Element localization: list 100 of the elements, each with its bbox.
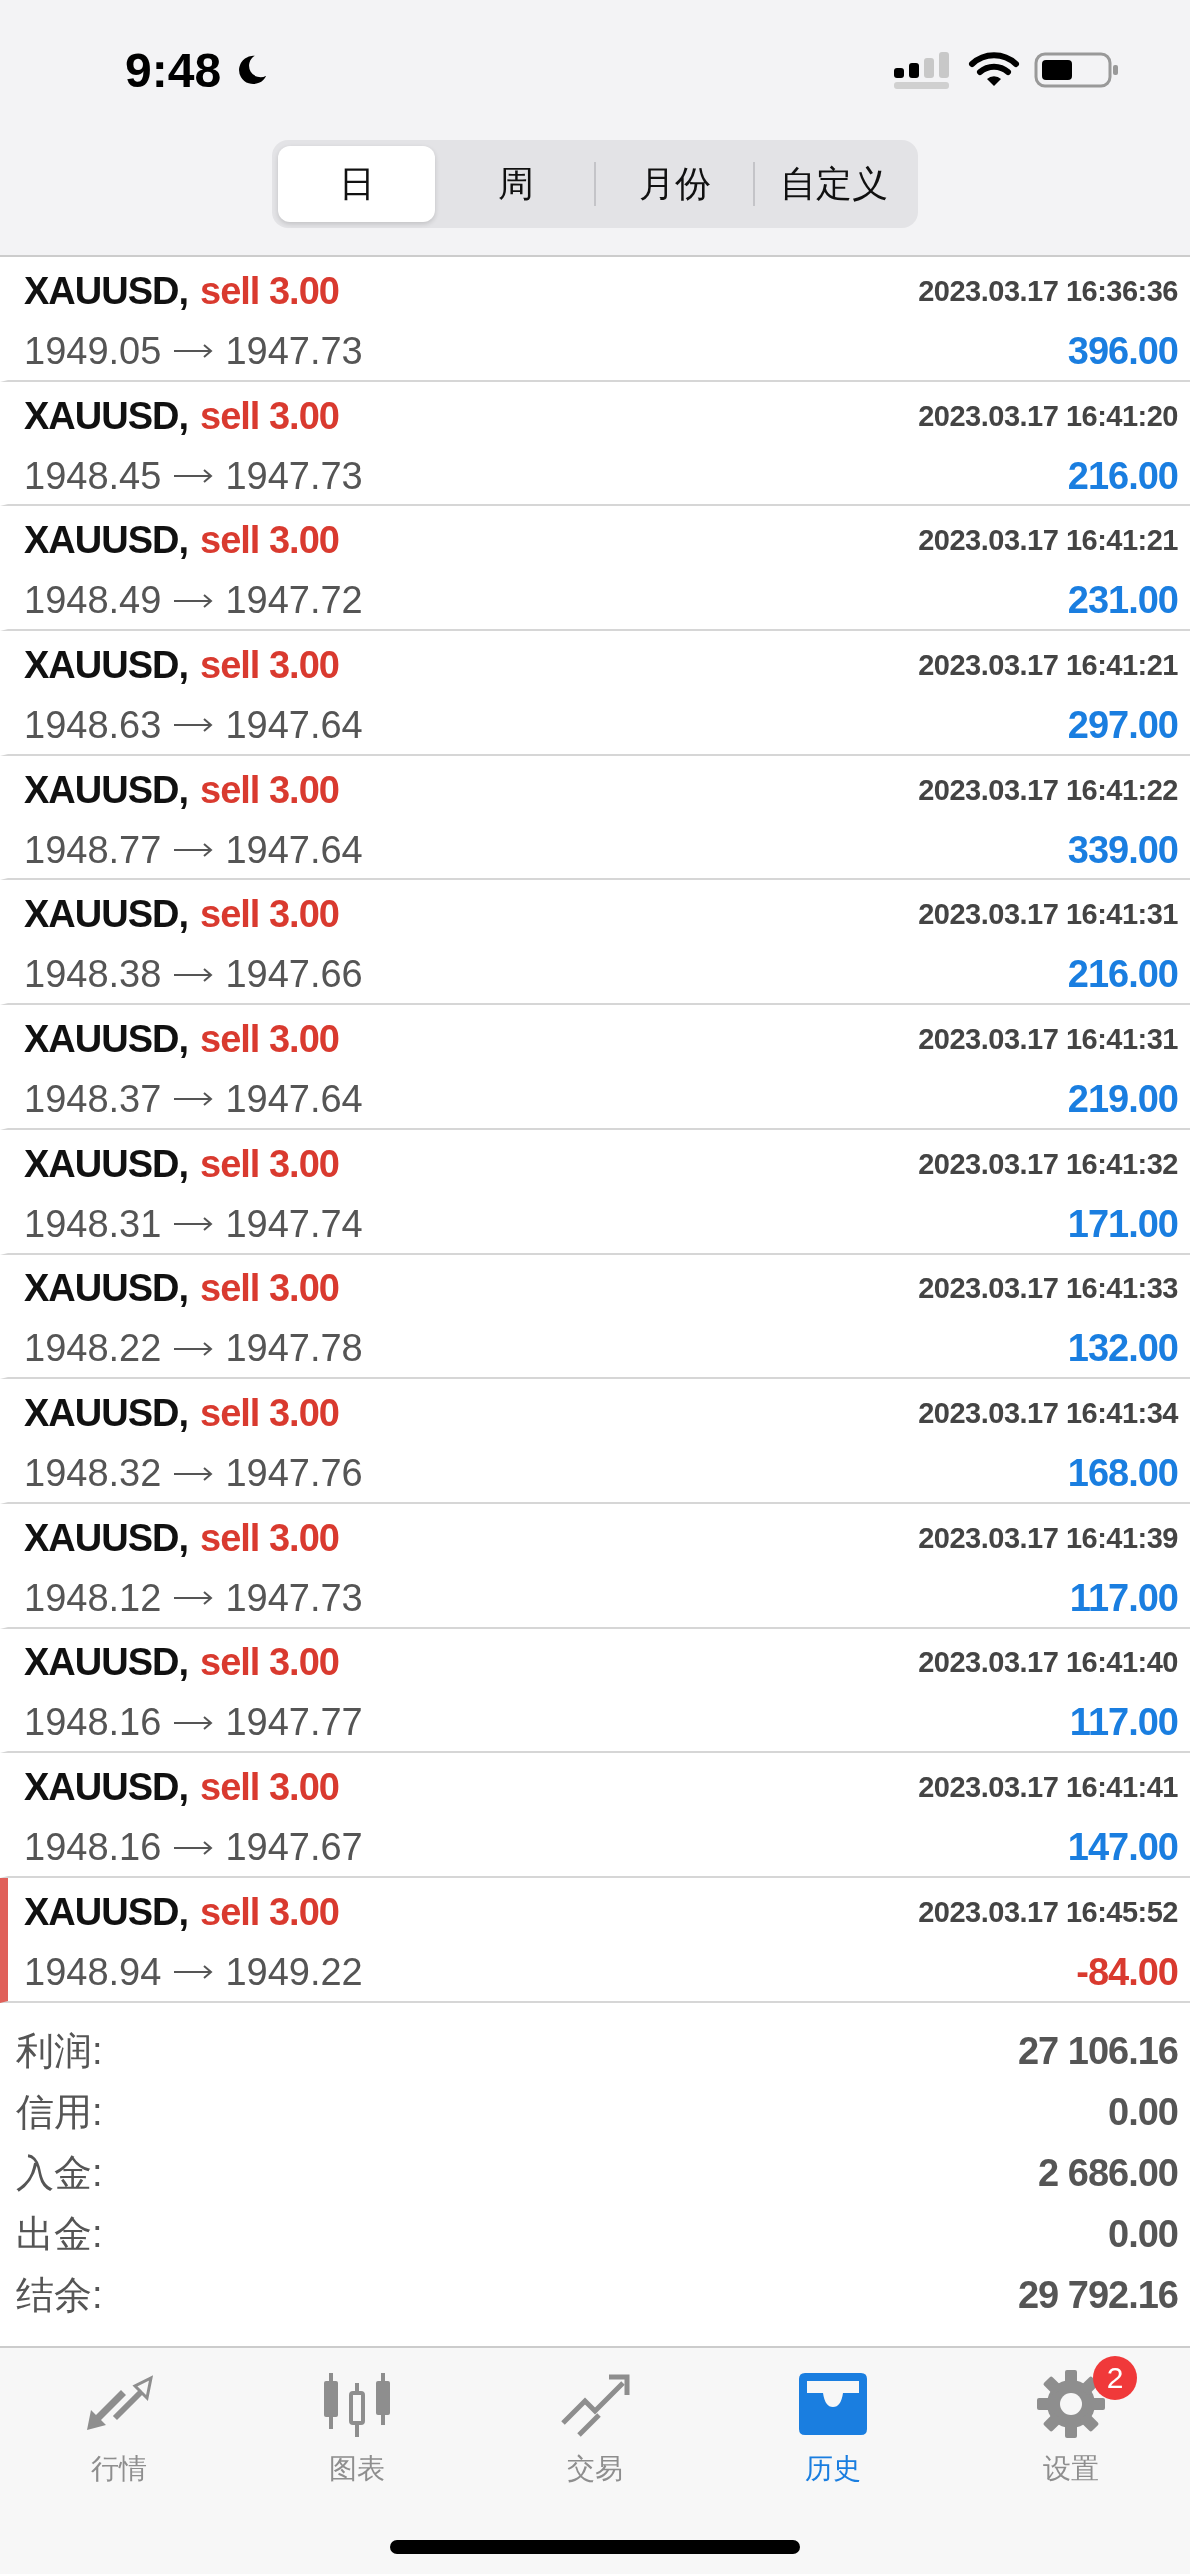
deal-profit: 219.00 xyxy=(1067,1077,1178,1121)
deal-side: sell 3.00 xyxy=(200,269,339,313)
deal-side: sell 3.00 xyxy=(200,1392,339,1436)
deal-symbol: XAUUSD, xyxy=(24,269,189,313)
close-price: 1947.78 xyxy=(225,1327,363,1371)
close-price: 1947.73 xyxy=(225,1576,363,1620)
deal-profit: 216.00 xyxy=(1067,953,1178,997)
nav-tab[interactable]: 历史 xyxy=(733,2351,933,2492)
deal-time: 2023.03.17 16:41:21 xyxy=(918,648,1178,682)
close-price: 1947.64 xyxy=(225,703,363,747)
summary-label: 结余: xyxy=(16,2272,103,2318)
open-price: 1948.38 xyxy=(24,953,162,997)
close-price: 1947.67 xyxy=(225,1826,363,1870)
status-time: 9:48 xyxy=(125,42,222,98)
summary-label: 信用: xyxy=(16,2089,103,2135)
deal-row[interactable]: XAUUSD, sell 3.00 2023.03.17 16:45:52 1948.94 1949.22 -84.00 xyxy=(0,1877,1190,2003)
deal-row[interactable]: XAUUSD, sell 3.00 2023.03.17 16:41:41 1948.16 1947.67 147.00 xyxy=(0,1753,1190,1878)
open-price: 1948.94 xyxy=(24,1950,162,1994)
deal-profit: 147.00 xyxy=(1067,1826,1178,1870)
deal-profit: 132.00 xyxy=(1067,1327,1178,1371)
arrow-icon xyxy=(173,469,214,484)
deal-symbol: XAUUSD, xyxy=(24,1142,189,1186)
deal-row[interactable]: XAUUSD, sell 3.00 2023.03.17 16:41:32 1948.31 1947.74 171.00 xyxy=(0,1129,1190,1255)
deal-time: 2023.03.17 16:45:52 xyxy=(918,1895,1178,1929)
arrow-icon xyxy=(173,1715,214,1730)
deal-time: 2023.03.17 16:41:34 xyxy=(918,1397,1178,1431)
summary-label: 利润: xyxy=(16,2028,103,2074)
period-tab[interactable]: 周 xyxy=(437,146,594,222)
arrow-icon xyxy=(173,1965,214,1980)
deal-side: sell 3.00 xyxy=(200,1890,339,1934)
close-price: 1947.77 xyxy=(225,1701,363,1745)
deal-row[interactable]: XAUUSD, sell 3.00 2023.03.17 16:41:31 1948.38 1947.66 216.00 xyxy=(0,880,1190,1006)
deal-symbol: XAUUSD, xyxy=(24,1392,189,1436)
period-tab[interactable]: 自定义 xyxy=(755,146,912,222)
deal-profit: 297.00 xyxy=(1067,703,1178,747)
summary-value: 29 792.16 xyxy=(1017,2273,1178,2317)
open-price: 1948.16 xyxy=(24,1701,162,1745)
arrow-icon xyxy=(173,1466,214,1481)
period-tab[interactable]: 日 xyxy=(278,146,435,222)
arrow-icon xyxy=(173,1217,214,1232)
settings-icon xyxy=(1035,2367,1107,2440)
close-price: 1947.74 xyxy=(225,1202,363,1246)
open-price: 1949.05 xyxy=(24,329,162,373)
arrow-icon xyxy=(173,344,214,359)
close-price: 1947.73 xyxy=(225,329,363,373)
deal-time: 2023.03.17 16:41:33 xyxy=(918,1272,1178,1306)
deal-profit: 231.00 xyxy=(1067,579,1178,623)
deal-symbol: XAUUSD, xyxy=(24,768,189,812)
deal-row[interactable]: XAUUSD, sell 3.00 2023.03.17 16:41:33 1948.22 1947.78 132.00 xyxy=(0,1254,1190,1380)
deal-time: 2023.03.17 16:41:31 xyxy=(918,898,1178,932)
deal-row[interactable]: XAUUSD, sell 3.00 2023.03.17 16:41:40 1948.16 1947.77 117.00 xyxy=(0,1628,1190,1754)
deal-row[interactable]: XAUUSD, sell 3.00 2023.03.17 16:36:36 1949.05 1947.73 396.00 xyxy=(0,257,1190,382)
deal-time: 2023.03.17 16:41:22 xyxy=(918,773,1178,807)
open-price: 1948.45 xyxy=(24,454,162,498)
deal-time: 2023.03.17 16:41:32 xyxy=(918,1147,1178,1181)
open-price: 1948.31 xyxy=(24,1202,162,1246)
arrow-icon xyxy=(173,967,214,982)
close-price: 1947.72 xyxy=(225,579,363,623)
deal-row[interactable]: XAUUSD, sell 3.00 2023.03.17 16:41:31 1948.37 1947.64 219.00 xyxy=(0,1005,1190,1130)
deal-time: 2023.03.17 16:41:21 xyxy=(918,524,1178,558)
arrow-icon xyxy=(173,1092,214,1107)
deal-symbol: XAUUSD, xyxy=(24,1766,189,1810)
deal-side: sell 3.00 xyxy=(200,1516,339,1560)
close-price: 1947.73 xyxy=(225,454,363,498)
summary-value: 0.00 xyxy=(1108,2212,1178,2256)
period-tab[interactable]: 月份 xyxy=(596,146,753,222)
open-price: 1948.63 xyxy=(24,703,162,747)
deal-symbol: XAUUSD, xyxy=(24,1516,189,1560)
open-price: 1948.37 xyxy=(24,1077,162,1121)
close-price: 1947.64 xyxy=(225,828,363,872)
nav-tab[interactable]: 2 设置 xyxy=(971,2351,1171,2492)
open-price: 1948.22 xyxy=(24,1327,162,1371)
arrow-icon xyxy=(173,1341,214,1356)
deal-time: 2023.03.17 16:41:40 xyxy=(918,1646,1178,1680)
summary-value: 2 686.00 xyxy=(1038,2151,1178,2195)
arrow-icon xyxy=(173,593,214,608)
open-price: 1948.16 xyxy=(24,1826,162,1870)
deal-row[interactable]: XAUUSD, sell 3.00 2023.03.17 16:41:34 1948.32 1947.76 168.00 xyxy=(0,1379,1190,1504)
deal-side: sell 3.00 xyxy=(200,893,339,937)
deal-symbol: XAUUSD, xyxy=(24,394,189,438)
deal-side: sell 3.00 xyxy=(200,768,339,812)
open-price: 1948.49 xyxy=(24,579,162,623)
summary-label: 入金: xyxy=(16,2150,103,2196)
deal-row[interactable]: XAUUSD, sell 3.00 2023.03.17 16:41:20 1948.45 1947.73 216.00 xyxy=(0,381,1190,507)
deal-row[interactable]: XAUUSD, sell 3.00 2023.03.17 16:41:39 1948.12 1947.73 117.00 xyxy=(0,1503,1190,1629)
open-price: 1948.32 xyxy=(24,1452,162,1496)
deal-side: sell 3.00 xyxy=(200,1142,339,1186)
close-price: 1947.76 xyxy=(225,1452,363,1496)
notification-badge: 2 xyxy=(1093,2355,1137,2400)
deal-profit: 117.00 xyxy=(1069,1701,1178,1745)
deal-profit: 396.00 xyxy=(1067,329,1178,373)
deal-side: sell 3.00 xyxy=(200,519,339,563)
deal-time: 2023.03.17 16:41:39 xyxy=(918,1521,1178,1555)
deal-row[interactable]: XAUUSD, sell 3.00 2023.03.17 16:41:22 1948.77 1947.64 339.00 xyxy=(0,755,1190,881)
deal-symbol: XAUUSD, xyxy=(24,1641,189,1685)
deal-row[interactable]: XAUUSD, sell 3.00 2023.03.17 16:41:21 1948.49 1947.72 231.00 xyxy=(0,506,1190,632)
close-price: 1949.22 xyxy=(225,1950,363,1994)
deal-row[interactable]: XAUUSD, sell 3.00 2023.03.17 16:41:21 1948.63 1947.64 297.00 xyxy=(0,631,1190,756)
deal-time: 2023.03.17 16:36:36 xyxy=(918,274,1178,308)
deal-side: sell 3.00 xyxy=(200,643,339,687)
